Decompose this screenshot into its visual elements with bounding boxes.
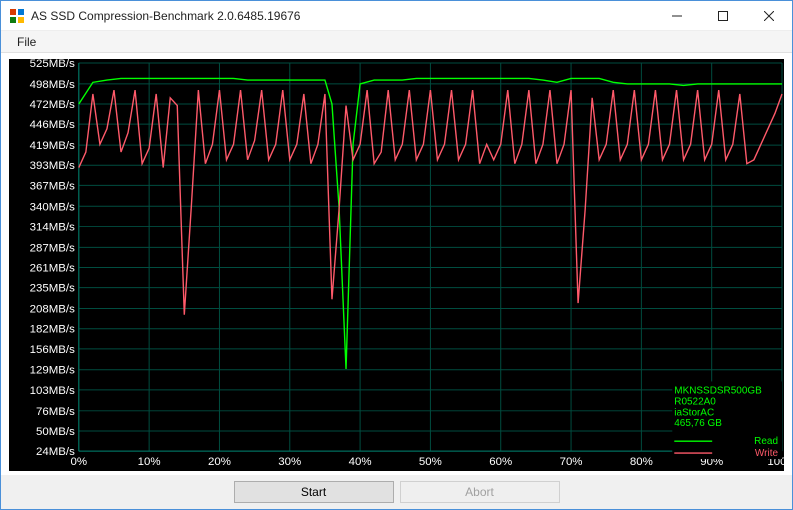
svg-text:472MB/s: 472MB/s [30,99,75,111]
chart: 525MB/s 498MB/s 472MB/s 446MB/s 419MB/s 393MB… [9,59,784,471]
svg-text:50%: 50% [419,456,442,468]
svg-text:10%: 10% [138,456,161,468]
legend-info: iaStorAC [674,407,714,418]
svg-text:24MB/s: 24MB/s [36,446,75,458]
svg-text:70%: 70% [560,456,583,468]
svg-text:129MB/s: 129MB/s [30,365,75,377]
svg-text:314MB/s: 314MB/s [30,221,75,233]
svg-text:156MB/s: 156MB/s [30,344,75,356]
legend-info: MKNSSDSR500GB [674,385,762,396]
svg-text:103MB/s: 103MB/s [30,385,75,397]
svg-text:340MB/s: 340MB/s [30,201,75,213]
svg-text:76MB/s: 76MB/s [36,406,75,418]
legend-write: Write [755,448,779,459]
app-icon [9,8,25,24]
minimize-button[interactable] [654,1,700,31]
abort-button: Abort [400,481,560,503]
legend-read: Read [754,436,778,447]
svg-text:80%: 80% [630,456,653,468]
menubar: File [1,31,792,53]
bottom-bar: Start Abort [1,475,792,509]
svg-text:30%: 30% [278,456,301,468]
start-button[interactable]: Start [234,481,394,503]
svg-text:60%: 60% [489,456,512,468]
close-button[interactable] [746,1,792,31]
legend-info: R0522A0 [674,396,716,407]
legend-info: 465,76 GB [674,418,722,429]
svg-text:50MB/s: 50MB/s [36,426,75,438]
svg-text:393MB/s: 393MB/s [30,160,75,172]
svg-text:40%: 40% [349,456,372,468]
svg-text:498MB/s: 498MB/s [30,79,75,91]
svg-text:367MB/s: 367MB/s [30,180,75,192]
svg-text:261MB/s: 261MB/s [30,262,75,274]
svg-text:182MB/s: 182MB/s [30,324,75,336]
window-title: AS SSD Compression-Benchmark 2.0.6485.19… [31,9,654,23]
titlebar: AS SSD Compression-Benchmark 2.0.6485.19… [1,1,792,31]
svg-text:0%: 0% [71,456,88,468]
svg-text:20%: 20% [208,456,231,468]
svg-text:208MB/s: 208MB/s [30,304,75,316]
svg-text:446MB/s: 446MB/s [30,119,75,131]
menu-file[interactable]: File [11,33,42,51]
svg-text:287MB/s: 287MB/s [30,242,75,254]
svg-text:235MB/s: 235MB/s [30,283,75,295]
maximize-button[interactable] [700,1,746,31]
svg-text:525MB/s: 525MB/s [30,59,75,70]
svg-text:419MB/s: 419MB/s [30,140,75,152]
